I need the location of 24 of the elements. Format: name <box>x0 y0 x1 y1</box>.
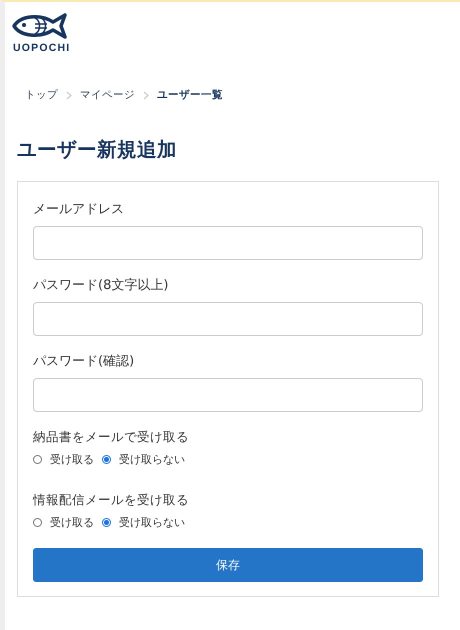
field-label: パスワード(8文字以上) <box>33 277 168 294</box>
input-field[interactable] <box>33 226 423 260</box>
radio-button[interactable] <box>33 518 42 527</box>
radio-label[interactable]: 受け取らない <box>119 452 185 467</box>
breadcrumb-current: ユーザー一覧 <box>157 88 223 102</box>
save-button[interactable]: 保存 <box>33 548 423 582</box>
page-title: ユーザー新規追加 <box>17 137 178 163</box>
logo-text: UOPOCHI <box>13 42 70 54</box>
radio-button[interactable] <box>102 518 111 527</box>
radio-button[interactable] <box>102 455 111 464</box>
field-label: メールアドレス <box>33 201 124 218</box>
input-field[interactable] <box>33 302 423 336</box>
radio-label[interactable]: 受け取る <box>50 452 94 467</box>
input-field[interactable] <box>33 378 423 412</box>
chevron-icon <box>143 90 149 100</box>
breadcrumb-link[interactable]: トップ <box>25 88 58 102</box>
radio-label[interactable]: 受け取る <box>50 515 94 530</box>
chevron-icon <box>66 90 72 100</box>
radio-button[interactable] <box>33 455 42 464</box>
field-label: パスワード(確認) <box>33 353 134 370</box>
radio-group-label: 納品書をメールで受け取る <box>33 429 189 446</box>
breadcrumb-link[interactable]: マイページ <box>80 88 135 102</box>
radio-label[interactable]: 受け取らない <box>119 515 185 530</box>
radio-group-label: 情報配信メールを受け取る <box>33 492 189 509</box>
